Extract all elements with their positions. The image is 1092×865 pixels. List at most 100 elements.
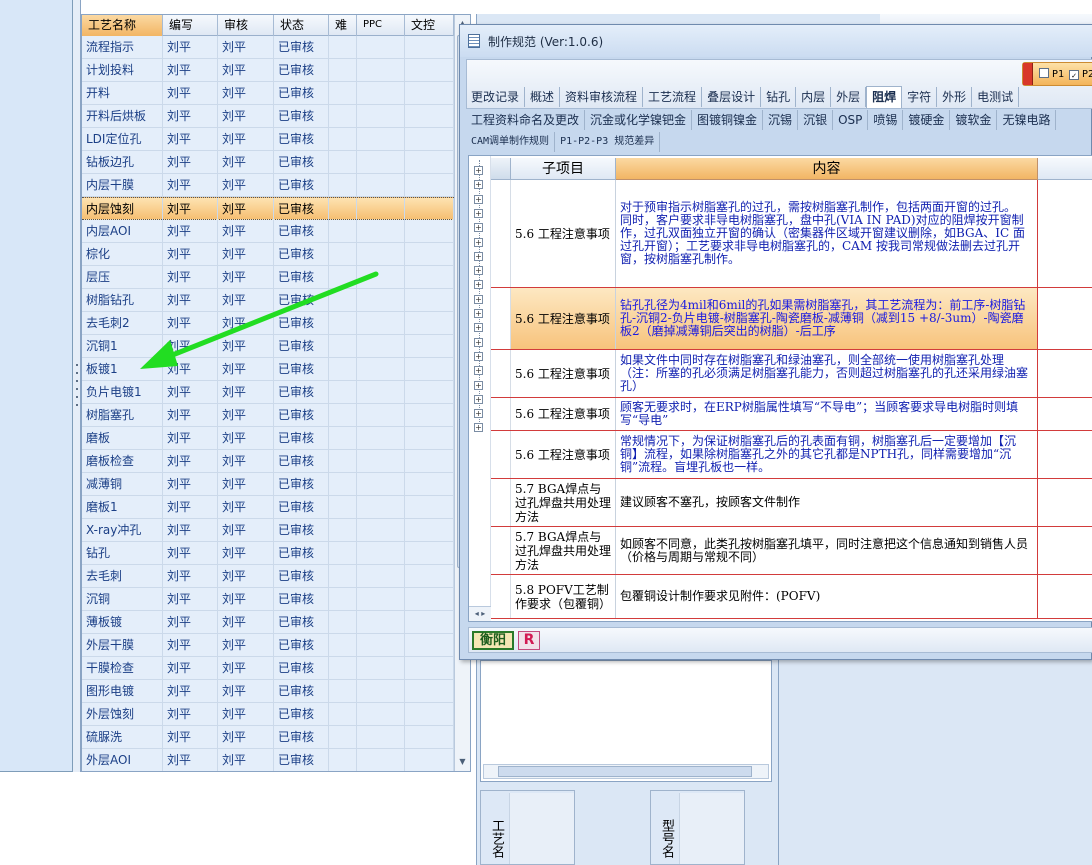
tab-tabs_row2-0[interactable]: 工程资料命名及更改 (466, 110, 586, 130)
col-header-status[interactable]: 状态 (274, 15, 329, 36)
expand-icon[interactable]: + (474, 180, 483, 190)
scroll-down-icon[interactable]: ▼ (457, 755, 468, 769)
table-row[interactable]: 钻板边孔 刘平 刘平 已审核 (82, 151, 454, 174)
list-item[interactable]: 5.8 POFV工艺制作要求（包覆铜） 包覆铜设计制作要求见附件：(POFV) (491, 575, 1092, 619)
table-row[interactable]: LDI定位孔 刘平 刘平 已审核 (82, 128, 454, 151)
expand-icon[interactable]: + (474, 394, 483, 404)
row-indicator[interactable] (491, 575, 511, 618)
table-row[interactable]: 钻孔 刘平 刘平 已审核 (82, 542, 454, 565)
table-row[interactable]: 沉铜1 刘平 刘平 已审核 (82, 335, 454, 358)
tab-tabs_row1-8[interactable]: 阻焊 (866, 86, 903, 108)
list-item[interactable]: 5.6 工程注意事项 对于预审指示树脂塞孔的过孔，需按树脂塞孔制作，包括两面开窗的… (491, 180, 1092, 288)
list-item[interactable]: 5.7 BGA焊点与过孔焊盘共用处理方法 建议顾客不塞孔，按顾客文件制作 (491, 479, 1092, 527)
expand-icon[interactable]: + (474, 166, 483, 175)
table-row[interactable]: 内层AOI 刘平 刘平 已审核 (82, 220, 454, 243)
table-row[interactable]: 干膜检查 刘平 刘平 已审核 (82, 657, 454, 680)
table-row[interactable]: 外层干膜 刘平 刘平 已审核 (82, 634, 454, 657)
tab-tabs_row1-2[interactable]: 资料审核流程 (560, 87, 644, 107)
tab-tabs_row2-4[interactable]: 沉银 (798, 110, 834, 130)
expand-icon[interactable]: + (474, 223, 483, 233)
tab-tabs_row2-3[interactable]: 沉锡 (763, 110, 799, 130)
tab-tabs_row1-5[interactable]: 钻孔 (761, 87, 797, 107)
table-row[interactable]: 图形电镀 刘平 刘平 已审核 (82, 680, 454, 703)
list-item[interactable]: 5.6 工程注意事项 钻孔孔径为4mil和6mil的孔如果需树脂塞孔，其工艺流程为… (491, 288, 1092, 350)
tab-tabs_row2-5[interactable]: OSP (833, 110, 869, 130)
table-row[interactable]: 开料后烘板 刘平 刘平 已审核 (82, 105, 454, 128)
expand-icon[interactable]: + (474, 380, 483, 390)
panel-splitter[interactable] (73, 0, 81, 772)
p2-checkbox[interactable]: ✓ P2 (1069, 68, 1092, 82)
expand-icon[interactable]: + (474, 337, 483, 347)
model-name-field[interactable] (679, 793, 744, 864)
row-indicator[interactable] (491, 398, 511, 430)
table-row[interactable]: 磨板检查 刘平 刘平 已审核 (82, 450, 454, 473)
table-row[interactable]: 层压 刘平 刘平 已审核 (82, 266, 454, 289)
table-row[interactable]: 流程指示 刘平 刘平 已审核 (82, 36, 454, 59)
tab-tabs_row3-1[interactable]: P1-P2-P3 规范差异 (555, 132, 661, 152)
tab-tabs_row2-8[interactable]: 镀软金 (950, 110, 998, 130)
tab-tabs_row2-9[interactable]: 无镍电路 (997, 110, 1057, 130)
table-row[interactable]: 开料 刘平 刘平 已审核 (82, 82, 454, 105)
table-row[interactable]: 计划投料 刘平 刘平 已审核 (82, 59, 454, 82)
tab-tabs_row1-1[interactable]: 概述 (525, 87, 561, 107)
table-row[interactable]: 去毛刺2 刘平 刘平 已审核 (82, 312, 454, 335)
tab-tabs_row1-7[interactable]: 外层 (831, 87, 867, 107)
table-row[interactable]: 去毛刺 刘平 刘平 已审核 (82, 565, 454, 588)
table-row[interactable]: 硫脲洗 刘平 刘平 已审核 (82, 726, 454, 749)
row-indicator[interactable] (491, 479, 511, 526)
table-row[interactable]: 棕化 刘平 刘平 已审核 (82, 243, 454, 266)
table-row[interactable]: 树脂塞孔 刘平 刘平 已审核 (82, 404, 454, 427)
tab-tabs_row2-2[interactable]: 图镀铜镍金 (692, 110, 764, 130)
list-item[interactable]: 5.6 工程注意事项 顾客无要求时，在ERP树脂属性填写“不导电”；当顾客要求导电… (491, 398, 1092, 431)
row-indicator[interactable] (491, 350, 511, 397)
col-header-sub-item[interactable]: 子项目 (511, 158, 616, 180)
process-name-field[interactable] (509, 793, 574, 864)
col-header-reviewer[interactable]: 审核 (218, 15, 274, 36)
col-header-ppc[interactable]: PPC (357, 15, 405, 36)
tab-tabs_row2-7[interactable]: 镀硬金 (903, 110, 951, 130)
expand-icon[interactable]: + (474, 266, 483, 276)
tab-tabs_row1-9[interactable]: 字符 (902, 87, 938, 107)
tab-tabs_row2-1[interactable]: 沉金或化学镍钯金 (585, 110, 693, 130)
table-row[interactable]: 内层蚀刻 刘平 刘平 已审核 (82, 197, 454, 220)
table-row[interactable]: 磨板 刘平 刘平 已审核 (82, 427, 454, 450)
expand-icon[interactable]: + (474, 366, 483, 376)
table-row[interactable]: 薄板镀 刘平 刘平 已审核 (82, 611, 454, 634)
tab-tabs_row1-6[interactable]: 内层 (796, 87, 832, 107)
tab-tabs_row1-0[interactable]: 更改记录 (466, 87, 526, 107)
table-row[interactable]: 负片电镀1 刘平 刘平 已审核 (82, 381, 454, 404)
background-horizontal-scrollbar[interactable] (483, 764, 769, 779)
list-item[interactable]: 5.6 工程注意事项 如果文件中同时存在树脂塞孔和绿油塞孔，则全部统一使用树脂塞孔… (491, 350, 1092, 398)
expand-icon[interactable]: + (474, 423, 483, 433)
dialog-titlebar[interactable]: 制作规范 (Ver:1.0.6) (460, 25, 1092, 57)
col-header-author[interactable]: 编写 (163, 15, 218, 36)
tab-tabs_row1-3[interactable]: 工艺流程 (643, 87, 703, 107)
row-indicator[interactable] (491, 527, 511, 574)
table-row[interactable]: 树脂钻孔 刘平 刘平 已审核 (82, 289, 454, 312)
background-list-panel[interactable] (480, 660, 772, 782)
row-indicator[interactable] (491, 180, 511, 287)
expand-icon[interactable]: + (474, 251, 483, 261)
col-header-document-control[interactable]: 文控 (405, 15, 454, 36)
table-row[interactable]: X-ray冲孔 刘平 刘平 已审核 (82, 519, 454, 542)
expand-icon[interactable]: + (474, 294, 483, 304)
list-item[interactable]: 5.6 工程注意事项 常规情况下，为保证树脂塞孔后的孔表面有铜，树脂塞孔后一定要增… (491, 431, 1092, 479)
list-item[interactable]: 5.7 BGA焊点与过孔焊盘共用处理方法 如顾客不同意，此类孔按树脂塞孔填平，同时… (491, 527, 1092, 575)
expand-icon[interactable]: + (474, 323, 483, 333)
table-row[interactable]: 沉铜 刘平 刘平 已审核 (82, 588, 454, 611)
tab-tabs_row3-0[interactable]: CAM调单制作规则 (466, 132, 556, 152)
table-row[interactable]: 磨板1 刘平 刘平 已审核 (82, 496, 454, 519)
row-indicator[interactable] (491, 288, 511, 349)
tab-tabs_row1-4[interactable]: 叠层设计 (702, 87, 762, 107)
col-header-process-name[interactable]: 工艺名称 (82, 15, 163, 36)
scrollbar-thumb[interactable] (498, 766, 752, 777)
tab-tabs_row1-11[interactable]: 电测试 (972, 87, 1020, 107)
expand-icon[interactable]: + (474, 208, 483, 218)
p1-checkbox[interactable]: P1 (1039, 68, 1064, 82)
expand-icon[interactable]: + (474, 194, 483, 204)
table-row[interactable]: 外层蚀刻 刘平 刘平 已审核 (82, 703, 454, 726)
expand-icon[interactable]: + (474, 280, 483, 290)
table-row[interactable]: 减薄铜 刘平 刘平 已审核 (82, 473, 454, 496)
expand-icon[interactable]: + (474, 309, 483, 318)
expand-icon[interactable]: + (474, 237, 483, 247)
